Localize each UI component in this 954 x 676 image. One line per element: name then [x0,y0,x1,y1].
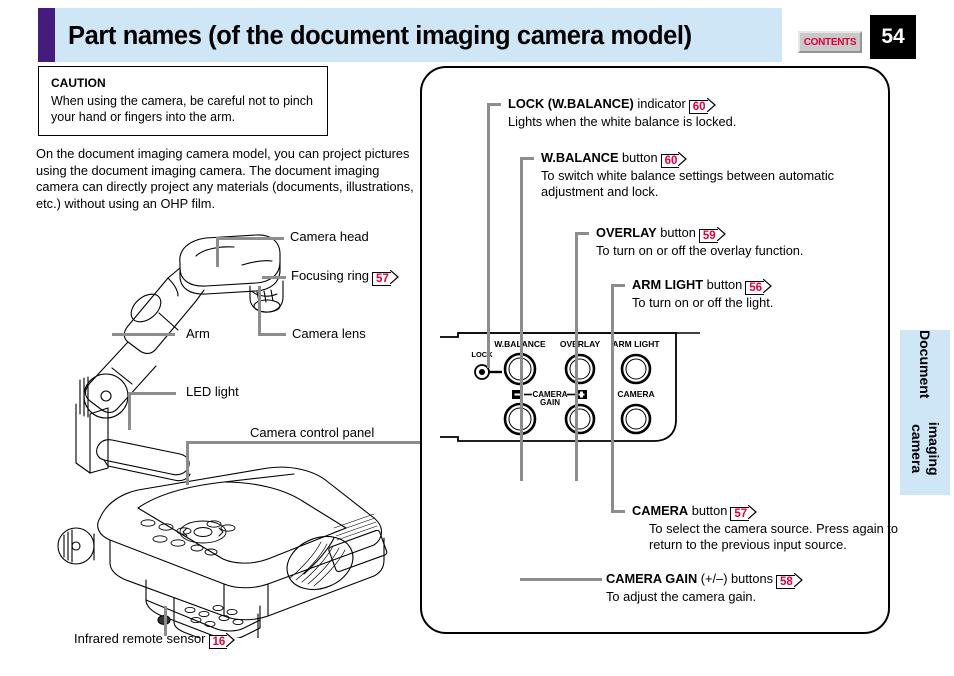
leader-arm-light [611,284,625,287]
page-title: Part names (of the document imaging came… [68,22,692,50]
pageref-16-ir-sensor[interactable]: 16 [208,633,236,649]
page-number-badge: 54 [870,15,916,59]
pageref-56-arm-light[interactable]: 56 [745,279,772,295]
callout-lock-rest: indicator [633,96,686,111]
callout-camera-gain-bold: CAMERA GAIN [606,571,698,586]
callout-arm-light-title: ARM LIGHT button 56 [632,277,912,295]
callout-camera-bold: CAMERA [632,503,689,518]
leader-control-panel [186,441,441,444]
callout-wbalance-title: W.BALANCE button 60 [541,150,891,168]
callout-camera-gain-desc: To adjust the camera gain. [606,589,757,604]
pageref-59-overlay[interactable]: 59 [698,227,726,243]
callout-wbalance-rest: button [618,150,658,165]
callout-arm-light-bold: ARM LIGHT [632,277,704,292]
callout-arm-light-rest: button [703,277,743,292]
callout-lock-title: LOCK (W.BALANCE) indicator 60 [508,96,888,114]
leader-camera-head-vert [216,237,219,267]
callout-camera-desc: To select the camera source. Press again… [649,521,898,553]
callout-overlay-title: OVERLAY button 59 [596,225,896,243]
svg-text:OVERLAY: OVERLAY [560,339,601,349]
leader-overlay [575,232,589,235]
leader-focusing-ring [262,276,286,279]
side-tab-document-imaging-camera: Document imaging camera [900,330,950,495]
label-led-light: LED light [186,384,239,399]
header-accent-bar [38,8,55,62]
side-tab-line2: imaging camera [909,421,942,476]
caution-text: When using the camera, be careful not to… [51,94,313,124]
leader-wbalance-vert [520,157,523,481]
side-tab-label: Document imaging camera [900,330,950,495]
label-arm: Arm [186,326,210,341]
pageref-57-camera[interactable]: 57 [730,505,758,521]
svg-text:GAIN: GAIN [540,398,560,407]
page-number-text: 54 [881,25,905,48]
svg-text:CAMERA: CAMERA [617,389,654,399]
callout-wbalance-button: W.BALANCE button 60 To switch white balan… [541,150,891,201]
callout-wbalance-desc: To switch white balance settings between… [541,168,835,200]
leader-camera-lens [258,333,286,336]
callout-camera-rest: button [688,503,728,518]
label-camera-head: Camera head [290,229,369,244]
callout-camera-gain-buttons: CAMERA GAIN (+/–) buttons 58 To adjust th… [606,571,886,605]
callout-overlay-rest: button [656,225,696,240]
pageref-58-camera-gain[interactable]: 58 [776,573,803,589]
label-infrared-remote-sensor: Infrared remote sensor 16 [74,631,236,649]
intro-paragraph: On the document imaging camera model, yo… [36,146,414,211]
callout-lock-bold: LOCK (W.BALANCE) [508,96,634,111]
leader-camera-button-vert [611,406,614,512]
contents-button[interactable]: CONTENTS [798,31,862,53]
leader-camera-gain [520,578,602,581]
caution-title: CAUTION [51,76,106,90]
callout-wbalance-bold: W.BALANCE [541,150,619,165]
svg-text:LOCK: LOCK [471,350,493,359]
pageref-60-lock[interactable]: 60 [688,98,716,114]
callout-overlay-desc: To turn on or off the overlay function. [596,243,804,258]
callout-arm-light-desc: To turn on or off the light. [632,295,774,310]
label-focusing-ring: Focusing ring 57 [291,268,399,286]
leader-control-panel-vert [186,441,189,485]
leader-lock-indicator [487,103,501,106]
leader-lock-indicator-vert [487,103,490,368]
callout-arm-light-button: ARM LIGHT button 56 To turn on or off the… [632,277,912,311]
callout-camera-gain-rest: (+/–) buttons [697,571,773,586]
pageref-57-focusing-ring[interactable]: 57 [372,270,399,286]
leader-camera-lens-vert [258,286,261,333]
callout-overlay-bold: OVERLAY [596,225,657,240]
callout-camera-title: CAMERA button 57 [632,503,911,521]
label-camera-control-panel: Camera control panel [250,425,375,440]
leader-wbalance [520,157,534,160]
callout-camera-button: CAMERA button 57 To select the camera sou… [632,503,911,554]
leader-camera-head [216,237,284,240]
callout-overlay-button: OVERLAY button 59 To turn on or off the o… [596,225,896,259]
side-tab-line1: Document [917,330,934,399]
label-camera-lens: Camera lens [292,326,366,341]
contents-button-label: CONTENTS [803,36,857,48]
pageref-60-wbalance[interactable]: 60 [660,152,688,168]
leader-arm-light-vert [611,284,614,406]
leader-overlay-vert [575,232,578,481]
leader-led-light-vert [128,392,131,430]
camera-control-panel-drawing: LOCK W.BALANCE OVERLAY ARM LIGHT CAMERA … [440,332,700,442]
svg-text:ARM LIGHT: ARM LIGHT [612,339,660,349]
caution-box: CAUTION When using the camera, be carefu… [38,66,328,136]
leader-led-light [128,392,176,395]
leader-arm [112,333,175,336]
callout-lock-wbalance-indicator: LOCK (W.BALANCE) indicator 60 Lights when… [508,96,888,130]
callout-lock-desc: Lights when the white balance is locked. [508,114,737,129]
leader-camera-button [611,510,625,513]
callout-camera-gain-title: CAMERA GAIN (+/–) buttons 58 [606,571,886,589]
